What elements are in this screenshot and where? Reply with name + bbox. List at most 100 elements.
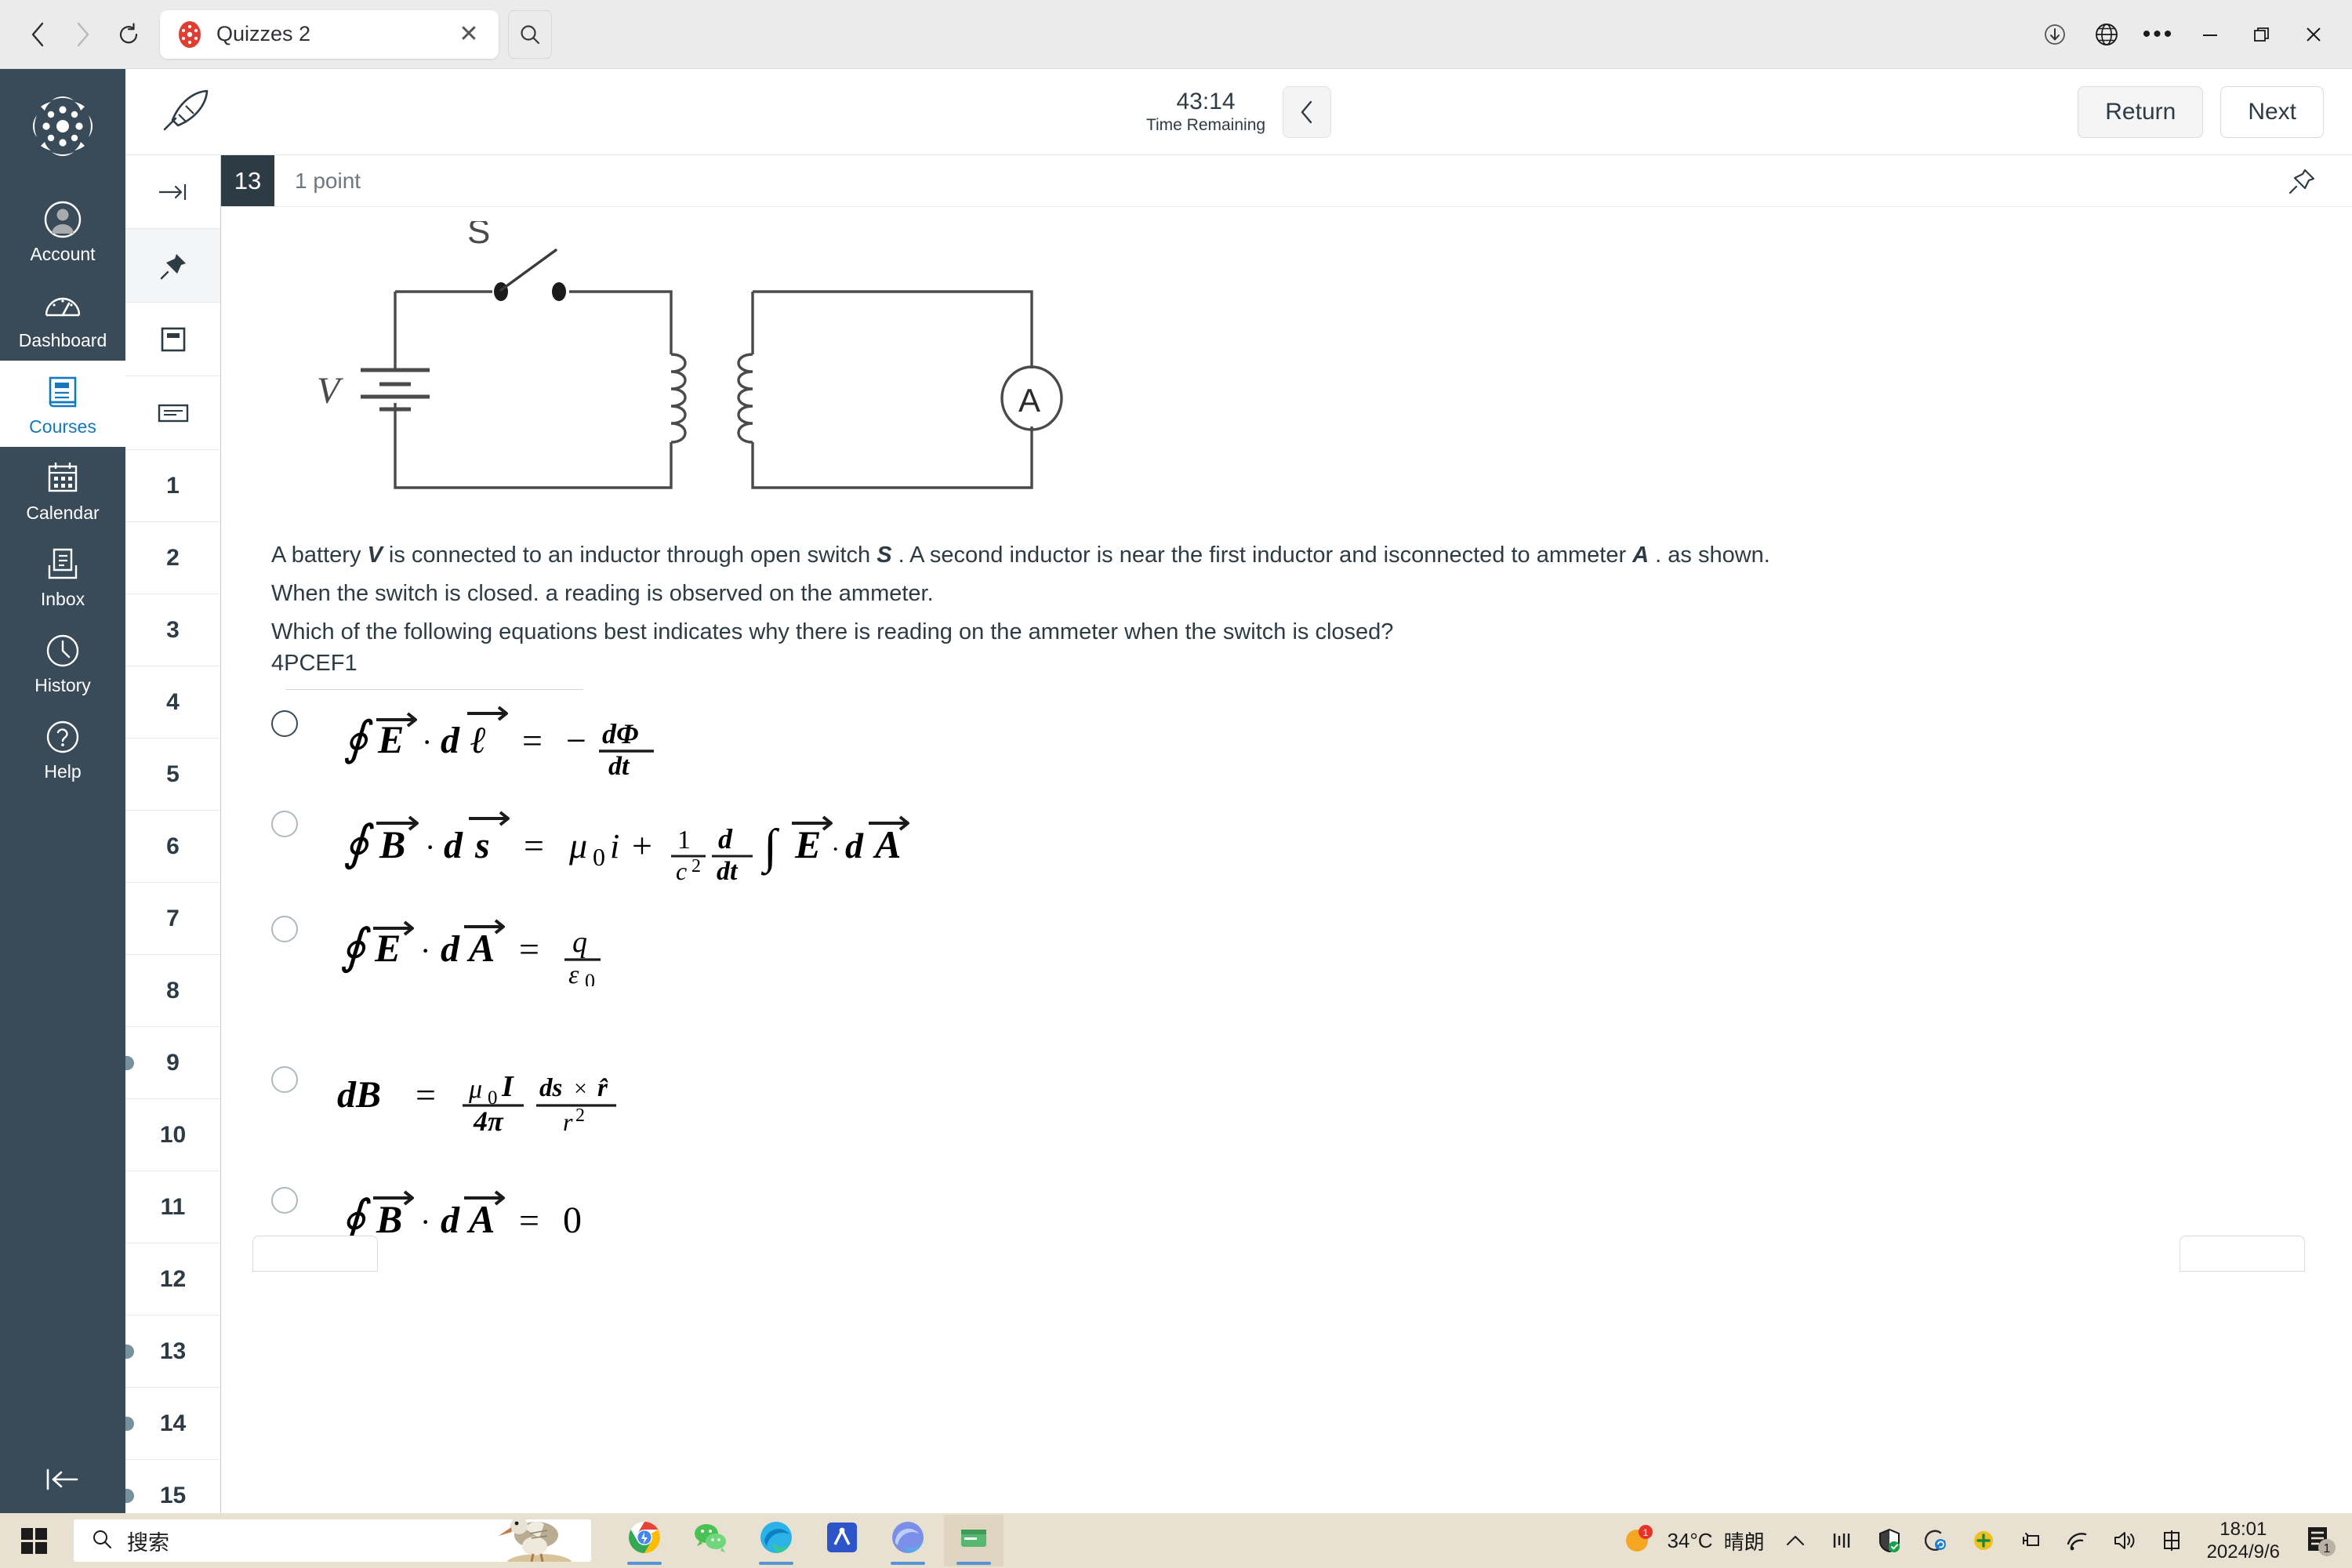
rail-question-13[interactable]: 13: [125, 1316, 220, 1388]
app-active-underline: [627, 1562, 662, 1565]
sidebar-item-help[interactable]: Help: [0, 706, 125, 792]
rail-question-1[interactable]: 1: [125, 450, 220, 522]
svg-text:0: 0: [593, 843, 605, 871]
rail-question-8[interactable]: 8: [125, 955, 220, 1027]
wifi-icon[interactable]: [2061, 1524, 2094, 1557]
svg-text:d: d: [718, 823, 733, 855]
sidebar-item-courses[interactable]: Courses: [0, 361, 125, 447]
svg-text:0: 0: [585, 970, 595, 986]
downloads-icon[interactable]: [2031, 13, 2079, 56]
question-pin-icon[interactable]: [2286, 155, 2352, 206]
chevron-up-icon[interactable]: [1779, 1524, 1812, 1557]
circuit-diagram: S V A: [279, 212, 1110, 533]
close-window-button[interactable]: [2289, 13, 2338, 56]
taskbar-search-box[interactable]: 搜索: [74, 1519, 591, 1562]
taskbar-clock[interactable]: 18:01 2024/9/6: [2207, 1518, 2280, 1564]
svg-text:·: ·: [831, 835, 840, 864]
answer-option-b[interactable]: ∮ B · d s = μ 0 i + 1 c 2 d dt ∫ E · d A: [271, 795, 2352, 884]
timer-collapse-button[interactable]: [1283, 85, 1332, 138]
rail-question-11[interactable]: 11: [125, 1171, 220, 1243]
radio-option-b[interactable]: [271, 810, 298, 837]
more-options-icon[interactable]: •••: [2134, 13, 2183, 56]
return-button[interactable]: Return: [2078, 85, 2204, 138]
taskbar-chrome-icon[interactable]: [615, 1515, 674, 1566]
usb-icon[interactable]: [2014, 1524, 2047, 1557]
sidebar-item-history[interactable]: History: [0, 619, 125, 706]
equation-option-c: ∮ E · d A = q ε 0: [337, 908, 823, 986]
svg-text:=: =: [519, 929, 539, 969]
start-button[interactable]: [0, 1513, 69, 1568]
radio-option-a[interactable]: [271, 710, 298, 737]
q-text-d: . as shown.: [1649, 543, 1770, 568]
radio-option-d[interactable]: [271, 1065, 298, 1093]
svg-text:c: c: [676, 857, 687, 884]
sidebar-item-dashboard[interactable]: Dashboard: [0, 274, 125, 361]
ime-icon[interactable]: [2155, 1524, 2188, 1557]
plus-circle-icon[interactable]: [1967, 1524, 2000, 1557]
bottom-right-tab[interactable]: [2180, 1235, 2305, 1272]
sidebar-item-label: Help: [44, 761, 82, 782]
notification-count: 1: [2324, 1542, 2331, 1555]
notepad-icon[interactable]: [125, 303, 220, 376]
sync-icon[interactable]: [1920, 1524, 1953, 1557]
defender-shield-icon[interactable]: [1873, 1524, 1906, 1557]
transcript-icon[interactable]: [125, 376, 220, 450]
rail-question-12[interactable]: 12: [125, 1243, 220, 1316]
taskbar-xmind-icon[interactable]: [812, 1515, 872, 1566]
pin-icon[interactable]: [125, 229, 220, 303]
minimize-button[interactable]: [2186, 13, 2234, 56]
sidebar-item-inbox[interactable]: Inbox: [0, 533, 125, 619]
taskbar-edge-icon[interactable]: [746, 1515, 806, 1566]
speaker-icon[interactable]: [2108, 1524, 2141, 1557]
weather-widget[interactable]: 1 34°C 晴朗: [1621, 1522, 1765, 1560]
canvas-logo-icon[interactable]: [27, 91, 98, 162]
browser-tab[interactable]: Quizzes 2 ✕: [160, 9, 499, 59]
browser-window-controls: •••: [2031, 13, 2352, 56]
rail-question-14[interactable]: 14: [125, 1388, 220, 1460]
radio-option-c[interactable]: [271, 915, 298, 942]
answer-option-c[interactable]: ∮ E · d A = q ε 0: [271, 900, 2352, 986]
svg-text:ε: ε: [568, 960, 579, 986]
rail-question-2[interactable]: 2: [125, 522, 220, 594]
screen-root: Quizzes 2 ✕ ••• Account Dashboard Course…: [0, 0, 2352, 1568]
sidebar-collapse-button[interactable]: [0, 1466, 125, 1493]
network-monitor-icon[interactable]: [1826, 1524, 1859, 1557]
quiz-rocket-logo-icon[interactable]: [160, 89, 212, 136]
svg-text:r̂: r̂: [597, 1074, 608, 1102]
notification-center-button[interactable]: 1: [2299, 1519, 2341, 1562]
forward-button[interactable]: [63, 14, 103, 55]
next-button[interactable]: Next: [2220, 85, 2324, 138]
rail-number-label: 3: [166, 616, 180, 643]
taskbar-browser-icon[interactable]: [878, 1515, 938, 1566]
rail-question-5[interactable]: 5: [125, 739, 220, 811]
rail-question-6[interactable]: 6: [125, 811, 220, 883]
answer-option-e[interactable]: ∮ B · d A = 0: [271, 1171, 2352, 1258]
answer-option-d[interactable]: dB = μ 0 I 4π ds × r̂ r 2: [271, 1051, 2352, 1137]
tab-search-button[interactable]: [508, 9, 552, 59]
rail-question-15[interactable]: 15: [125, 1460, 220, 1513]
sidebar-item-calendar[interactable]: Calendar: [0, 447, 125, 533]
bottom-left-tab[interactable]: [252, 1235, 378, 1272]
answer-option-a[interactable]: ∮ E · d ℓ = − dΦ dt: [271, 695, 2352, 778]
taskbar-wechat-icon[interactable]: [681, 1515, 740, 1566]
rail-number-label: 6: [166, 833, 180, 859]
svg-text:0: 0: [563, 1200, 582, 1241]
global-navigation-sidebar: Account Dashboard Courses Calendar Inbox…: [0, 69, 125, 1513]
rail-question-3[interactable]: 3: [125, 594, 220, 666]
taskbar-window-icon[interactable]: [944, 1515, 1004, 1566]
reload-button[interactable]: [108, 14, 149, 55]
globe-icon[interactable]: [2082, 13, 2131, 56]
sidebar-item-account[interactable]: Account: [0, 188, 125, 274]
weather-temperature: 34°C: [1667, 1528, 1713, 1552]
back-button[interactable]: [17, 14, 58, 55]
rail-question-9[interactable]: 9: [125, 1027, 220, 1099]
radio-option-e[interactable]: [271, 1186, 298, 1214]
go-to-question-icon[interactable]: [125, 155, 220, 229]
maximize-restore-button[interactable]: [2238, 13, 2286, 56]
svg-text:=: =: [519, 1200, 539, 1240]
question-number-rail[interactable]: 1 2 3 4 5 6 7 8 9 10 11 12 13 14 15: [125, 155, 221, 1513]
rail-question-4[interactable]: 4: [125, 666, 220, 739]
rail-question-7[interactable]: 7: [125, 883, 220, 955]
rail-question-10[interactable]: 10: [125, 1099, 220, 1171]
tab-close-icon[interactable]: ✕: [453, 19, 485, 50]
